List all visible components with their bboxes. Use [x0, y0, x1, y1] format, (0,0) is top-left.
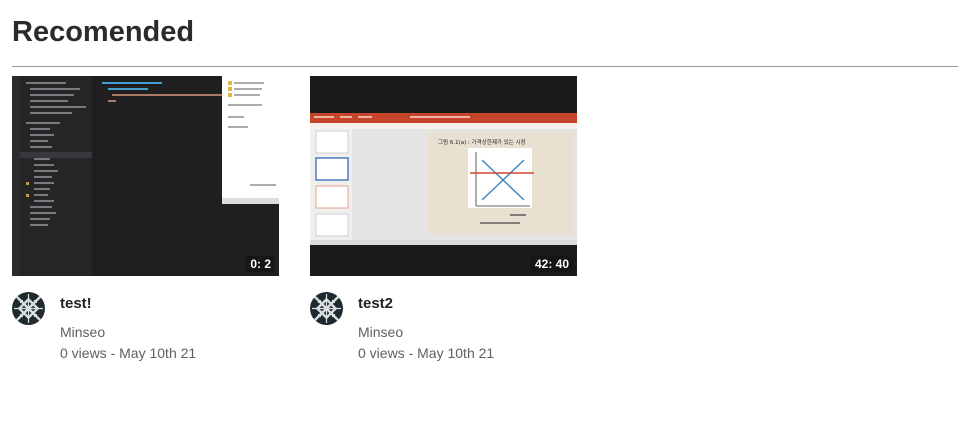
upload-date: May 10th 21	[417, 345, 495, 361]
video-stats: 0 views - May 10th 21	[60, 345, 196, 361]
channel-name[interactable]: Minseo	[358, 324, 403, 340]
avatar-pattern-icon	[12, 292, 45, 325]
view-count: 0 views	[358, 345, 405, 361]
video-title[interactable]: test!	[60, 295, 92, 312]
avatar-pattern-icon	[310, 292, 343, 325]
video-meta: test2 Minseo 0 views - May 10th 21	[310, 292, 577, 372]
video-thumbnail[interactable]: 0: 2	[12, 76, 279, 276]
video-duration: 42: 40	[530, 256, 573, 272]
stats-separator: -	[106, 345, 120, 361]
video-title[interactable]: test2	[358, 295, 393, 312]
upload-date: May 10th 21	[119, 345, 197, 361]
video-stats: 0 views - May 10th 21	[358, 345, 494, 361]
video-card: 0: 2 test! Minseo 0 views - May 10th 21	[12, 76, 279, 372]
video-thumbnail[interactable]: 그림 6.1(a) : 가격상한제가 있는 시장 42: 40	[310, 76, 577, 276]
video-meta: test! Minseo 0 views - May 10th 21	[12, 292, 279, 372]
stats-separator: -	[404, 345, 418, 361]
title-divider	[12, 66, 958, 67]
code-editor-screenshot	[12, 76, 279, 276]
channel-name[interactable]: Minseo	[60, 324, 105, 340]
channel-avatar[interactable]	[12, 292, 45, 325]
page-title: Recomended	[12, 16, 195, 48]
video-duration: 0: 2	[246, 256, 275, 272]
presentation-screenshot: 그림 6.1(a) : 가격상한제가 있는 시장	[310, 76, 577, 276]
video-card: 그림 6.1(a) : 가격상한제가 있는 시장 42: 40 test2 Mi…	[310, 76, 577, 372]
channel-avatar[interactable]	[310, 292, 343, 325]
slide-heading: 그림 6.1(a) : 가격상한제가 있는 시장	[438, 138, 526, 146]
view-count: 0 views	[60, 345, 107, 361]
